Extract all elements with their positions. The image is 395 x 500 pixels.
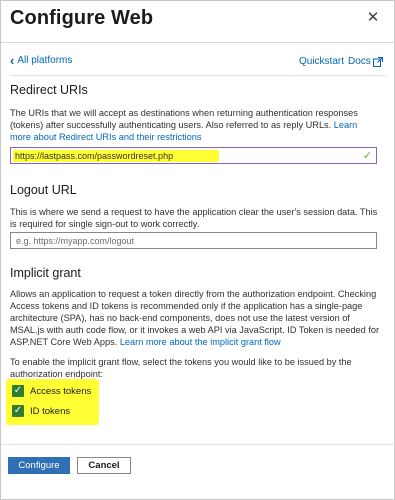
- id-tokens-checkbox[interactable]: ✓ ID tokens: [12, 405, 70, 417]
- redirect-uris-heading: Redirect URIs: [10, 83, 88, 97]
- cancel-button[interactable]: Cancel: [77, 457, 131, 474]
- checkbox-checked-icon[interactable]: ✓: [12, 405, 24, 417]
- docs-link[interactable]: Docs: [348, 56, 383, 67]
- chevron-left-icon: ‹: [10, 52, 15, 68]
- redirect-description-text: The URIs that we will accept as destinat…: [10, 108, 358, 130]
- redirect-uri-input[interactable]: https://lastpass.com/passwordreset.php ✓: [10, 147, 377, 164]
- redirect-uris-description: The URIs that we will accept as destinat…: [10, 107, 380, 143]
- implicit-grant-heading: Implicit grant: [10, 266, 81, 280]
- logout-url-heading: Logout URL: [10, 183, 77, 197]
- section-divider: [10, 75, 387, 76]
- access-tokens-label: Access tokens: [30, 385, 92, 397]
- header-divider: [1, 42, 395, 43]
- footer-divider: [1, 444, 395, 445]
- quickstart-link[interactable]: Quickstart: [299, 56, 344, 67]
- implicit-learn-more-link[interactable]: Learn more about the implicit grant flow: [120, 337, 281, 347]
- close-icon[interactable]: ✕: [365, 10, 381, 26]
- redirect-uri-value: https://lastpass.com/passwordreset.php: [13, 150, 220, 162]
- back-link-label: All platforms: [17, 55, 73, 66]
- docs-link-label: Docs: [348, 56, 371, 67]
- id-tokens-label: ID tokens: [30, 405, 71, 417]
- configure-web-panel: Configure Web ✕ ‹ All platforms Quicksta…: [0, 0, 395, 500]
- checkmark-icon: ✓: [362, 150, 372, 162]
- configure-button[interactable]: Configure: [8, 457, 70, 474]
- panel-title: Configure Web: [10, 7, 154, 29]
- back-to-platforms-link[interactable]: ‹ All platforms: [10, 52, 73, 68]
- implicit-grant-description: Allows an application to request a token…: [10, 288, 380, 348]
- external-link-icon: [372, 56, 383, 67]
- logout-url-description: This is where we send a request to have …: [10, 207, 378, 229]
- access-tokens-checkbox[interactable]: ✓ Access tokens: [12, 385, 91, 397]
- checkbox-checked-icon[interactable]: ✓: [12, 385, 24, 397]
- implicit-grant-instruction: To enable the implicit grant flow, selec…: [10, 357, 352, 379]
- logout-url-input[interactable]: e.g. https://myapp.com/logout: [10, 232, 377, 249]
